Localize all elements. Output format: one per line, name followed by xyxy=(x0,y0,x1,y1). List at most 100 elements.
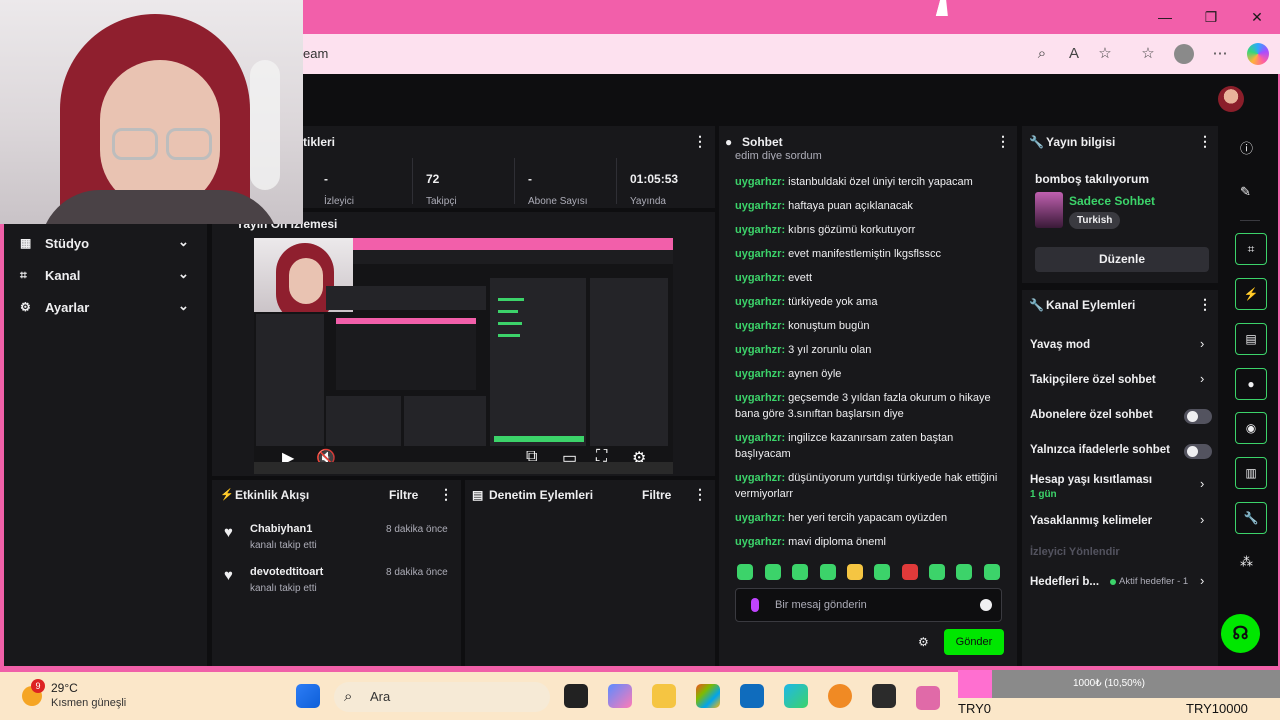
emote-icon[interactable] xyxy=(929,564,945,580)
chat-username[interactable]: uygarhzr: xyxy=(735,472,785,484)
task-view-icon[interactable] xyxy=(564,684,588,708)
emote-icon[interactable] xyxy=(874,564,890,580)
user-avatar[interactable] xyxy=(1218,86,1244,112)
moderation-more-icon[interactable]: ⋮ xyxy=(693,486,707,503)
activity-filter-button[interactable]: Filtre xyxy=(389,488,418,502)
emote-icon[interactable] xyxy=(956,564,972,580)
broadcast-icon[interactable]: ◉ xyxy=(1235,412,1267,444)
stream-info-more-icon[interactable]: ⋮ xyxy=(1198,133,1212,150)
chat-message: uygarhzr: mavi diploma öneml xyxy=(735,534,1005,550)
chat-message: uygarhzr: konuştum bugün xyxy=(735,318,1005,334)
chat-username[interactable]: uygarhzr: xyxy=(735,368,785,380)
favorite-star-icon[interactable]: ☆ xyxy=(1094,44,1116,64)
wrench-rail-icon[interactable]: 🔧 xyxy=(1235,502,1267,534)
more-menu-icon[interactable]: ⋯ xyxy=(1209,44,1231,64)
chat-input[interactable]: Bir mesaj gönderin xyxy=(735,588,1002,622)
emote-icon[interactable] xyxy=(737,564,753,580)
sidebar-item-channel[interactable]: ⌗ Kanal ⌄ xyxy=(4,259,207,291)
sidebar-item-studio[interactable]: ▦ Stüdyo ⌄ xyxy=(4,227,207,259)
send-button[interactable]: Gönder xyxy=(944,629,1004,655)
emote-icon[interactable] xyxy=(847,564,863,580)
channel-icon: ⌗ xyxy=(20,268,27,282)
read-aloud-icon[interactable]: A xyxy=(1063,44,1085,64)
zoom-icon[interactable]: ⌕ xyxy=(1031,44,1053,64)
chat-username[interactable]: uygarhzr: xyxy=(735,248,785,260)
stream-preview-video[interactable]: ▶ 🔇 ⧉ ▭ ⛶ ⚙ xyxy=(254,238,673,474)
app-m-icon[interactable] xyxy=(872,684,896,708)
lightning-icon[interactable]: ⚡ xyxy=(1235,278,1267,310)
chevron-right-icon[interactable]: › xyxy=(1200,336,1204,351)
store-icon[interactable] xyxy=(696,684,720,708)
activity-more-icon[interactable]: ⋮ xyxy=(439,486,453,503)
activity-name[interactable]: devotedtitoart xyxy=(250,566,323,578)
chat-text: kıbrıs gözümü korkutuyorr xyxy=(785,224,916,236)
taskbar-search[interactable]: ⌕ Ara xyxy=(334,682,550,712)
emote-only-row: Yalnızca ifadelerle sohbet xyxy=(1030,444,1170,456)
emote-icon[interactable] xyxy=(902,564,918,580)
chat-username[interactable]: uygarhzr: xyxy=(735,200,785,212)
weather-temp[interactable]: 29°C xyxy=(51,681,78,695)
weather-desc[interactable]: Kısmen güneşli xyxy=(51,697,126,709)
chevron-right-icon[interactable]: › xyxy=(1200,512,1204,527)
profile-icon[interactable] xyxy=(1174,44,1194,64)
channel-actions-more-icon[interactable]: ⋮ xyxy=(1198,296,1212,313)
start-button-icon[interactable] xyxy=(296,684,320,708)
chat-username[interactable]: uygarhzr: xyxy=(735,432,785,444)
followers-only-row[interactable]: Takipçilere özel sohbet xyxy=(1030,374,1156,386)
clip-icon[interactable]: ⌗ xyxy=(1235,233,1267,265)
chevron-right-icon[interactable]: › xyxy=(1200,573,1204,588)
url-text[interactable]: eam xyxy=(303,46,328,61)
close-button[interactable]: ✕ xyxy=(1247,8,1267,26)
minimize-button[interactable]: — xyxy=(1155,8,1175,26)
chat-username[interactable]: uygarhzr: xyxy=(735,344,785,356)
chat-username[interactable]: uygarhzr: xyxy=(735,176,785,188)
chat-username[interactable]: uygarhzr: xyxy=(735,224,785,236)
restore-button[interactable]: ❐ xyxy=(1201,8,1221,26)
goals-row[interactable]: Hedefleri b... xyxy=(1030,576,1099,588)
chat-username[interactable]: uygarhzr: xyxy=(735,512,785,524)
app-pink-icon[interactable] xyxy=(916,686,940,710)
pencil-icon[interactable]: ✎ xyxy=(1240,184,1251,200)
emote-icon[interactable] xyxy=(820,564,836,580)
activity-name[interactable]: Chabiyhan1 xyxy=(250,523,312,535)
notes-icon[interactable]: ▤ xyxy=(1235,323,1267,355)
panels-icon[interactable]: ▥ xyxy=(1235,457,1267,489)
edge-icon[interactable] xyxy=(784,684,808,708)
file-explorer-icon[interactable] xyxy=(652,684,676,708)
stat-viewers-label: İzleyici xyxy=(324,196,355,207)
blender-icon[interactable] xyxy=(828,684,852,708)
tag-badge[interactable]: Turkish xyxy=(1069,212,1121,229)
emoji-icon[interactable] xyxy=(980,599,992,611)
account-age-row[interactable]: Hesap yaşı kısıtlaması xyxy=(1030,474,1152,486)
chat-username[interactable]: uygarhzr: xyxy=(735,272,785,284)
chat-username[interactable]: uygarhzr: xyxy=(735,296,785,308)
emote-only-toggle[interactable] xyxy=(1184,444,1212,459)
emote-icon[interactable] xyxy=(984,564,1000,580)
subscribers-only-toggle[interactable] xyxy=(1184,409,1212,424)
chat-username[interactable]: uygarhzr: xyxy=(735,536,785,548)
emote-icon[interactable] xyxy=(792,564,808,580)
outlook-icon[interactable] xyxy=(740,684,764,708)
help-headset-icon[interactable]: ☊ xyxy=(1221,614,1260,653)
copilot-app-icon[interactable] xyxy=(608,684,632,708)
microphone-icon[interactable] xyxy=(751,598,759,612)
sidebar-item-settings[interactable]: ⚙ Ayarlar ⌄ xyxy=(4,291,207,323)
chat-icon[interactable]: ● xyxy=(1235,368,1267,400)
chevron-right-icon[interactable]: › xyxy=(1200,476,1204,491)
category-link[interactable]: Sadece Sohbet xyxy=(1069,194,1155,208)
edit-button[interactable]: Düzenle xyxy=(1035,247,1209,272)
chat-username[interactable]: uygarhzr: xyxy=(735,320,785,332)
copilot-icon[interactable] xyxy=(1247,43,1269,65)
stats-more-icon[interactable]: ⋮ xyxy=(693,133,707,150)
banned-words-row[interactable]: Yasaklanmış kelimeler xyxy=(1030,515,1152,527)
emote-icon[interactable] xyxy=(765,564,781,580)
slow-mode-row[interactable]: Yavaş mod xyxy=(1030,339,1090,351)
chat-settings-icon[interactable]: ⚙ xyxy=(918,635,929,649)
moderation-filter-button[interactable]: Filtre xyxy=(642,488,671,502)
info-icon[interactable]: ⓘ xyxy=(1240,138,1253,157)
chevron-right-icon[interactable]: › xyxy=(1200,371,1204,386)
extensions-icon[interactable]: ⁂ xyxy=(1240,554,1253,570)
chat-username[interactable]: uygarhzr: xyxy=(735,392,785,404)
preview-info xyxy=(590,278,668,446)
favorites-list-icon[interactable]: ☆ xyxy=(1137,44,1159,64)
